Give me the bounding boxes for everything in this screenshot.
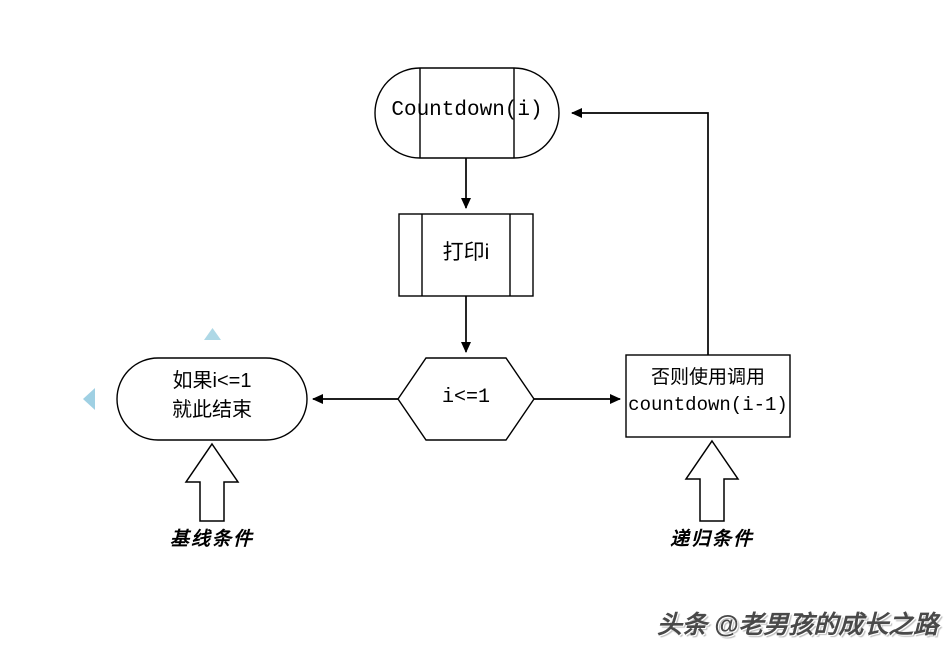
terminator-shape <box>374 67 560 159</box>
node-base-case[interactable] <box>116 357 308 441</box>
annotation-label-recursive-condition: 递归条件 <box>669 529 754 550</box>
node-recursive-call[interactable] <box>625 354 791 438</box>
triangle-left-handle-icon[interactable] <box>83 388 95 410</box>
hexagon-shape <box>397 357 535 441</box>
annotation-arrow-recursive-condition <box>684 439 740 522</box>
predefined-process-shape <box>398 213 534 297</box>
rounded-rect-shape <box>116 357 308 441</box>
triangle-up-handle-icon[interactable] <box>204 328 221 340</box>
node-start-countdown[interactable] <box>374 67 560 159</box>
edge-recursive-call-to-start <box>571 108 709 355</box>
diagram-canvas: Countdown(i) 打印i i<=1 如果i<=1 就此结束 否则使用调用… <box>0 0 945 656</box>
annotation-arrow-base-condition <box>184 442 240 522</box>
node-print[interactable] <box>398 213 534 297</box>
flowchart-svg <box>83 67 791 522</box>
node-condition[interactable] <box>397 357 535 441</box>
watermark-text: 头条 @老男孩的成长之路 <box>657 611 939 639</box>
annotation-label-base-condition: 基线条件 <box>169 529 254 550</box>
rectangle-shape <box>625 354 791 438</box>
